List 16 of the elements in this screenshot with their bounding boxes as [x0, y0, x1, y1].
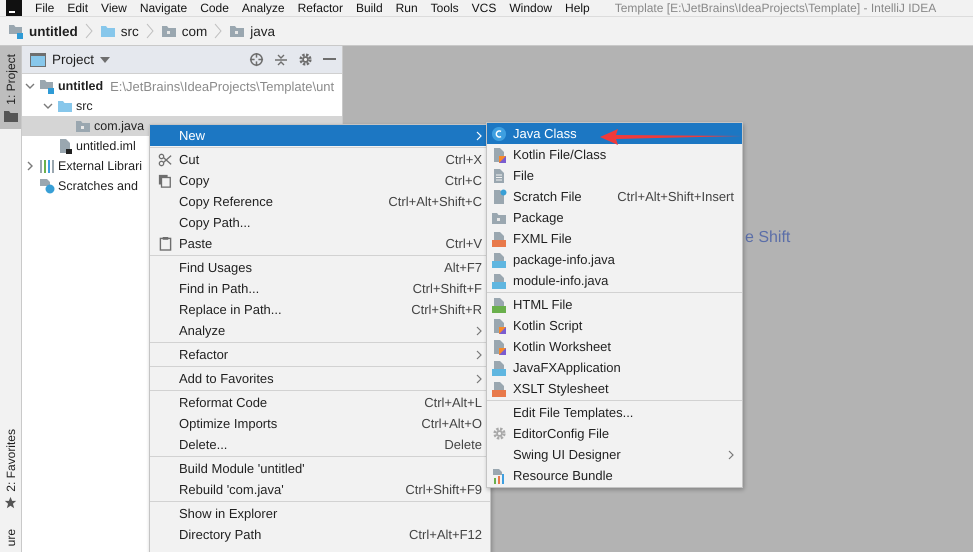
- shortcut-label: Ctrl+Shift+R: [411, 302, 482, 317]
- editor-hint: e Shift: [745, 229, 790, 247]
- shortcut-label: Ctrl+Alt+Shift+Insert: [617, 189, 734, 204]
- project-path: E:\JetBrains\IdeaProjects\Template\unt: [110, 78, 334, 94]
- shortcut-label: Ctrl+Alt+Shift+C: [388, 194, 482, 209]
- shortcut-label: Ctrl+Alt+O: [421, 416, 482, 431]
- shortcut-label: Ctrl+C: [444, 173, 482, 188]
- shortcut-label: Ctrl+Alt+L: [424, 395, 482, 410]
- shortcut-label: Delete: [444, 437, 482, 452]
- shortcut-label: Ctrl+X: [446, 152, 482, 167]
- shortcut-label: Ctrl+Alt+F12: [409, 527, 482, 542]
- shortcut-label: Ctrl+Shift+F9: [405, 482, 482, 497]
- shortcut-label: Ctrl+Shift+F: [412, 281, 482, 296]
- shortcut-label: Ctrl+V: [446, 236, 482, 251]
- window-title: Template [E:\JetBrains\IdeaProjects\Template] - IntelliJ IDEA: [614, 0, 936, 16]
- shortcut-label: Alt+F7: [444, 260, 482, 275]
